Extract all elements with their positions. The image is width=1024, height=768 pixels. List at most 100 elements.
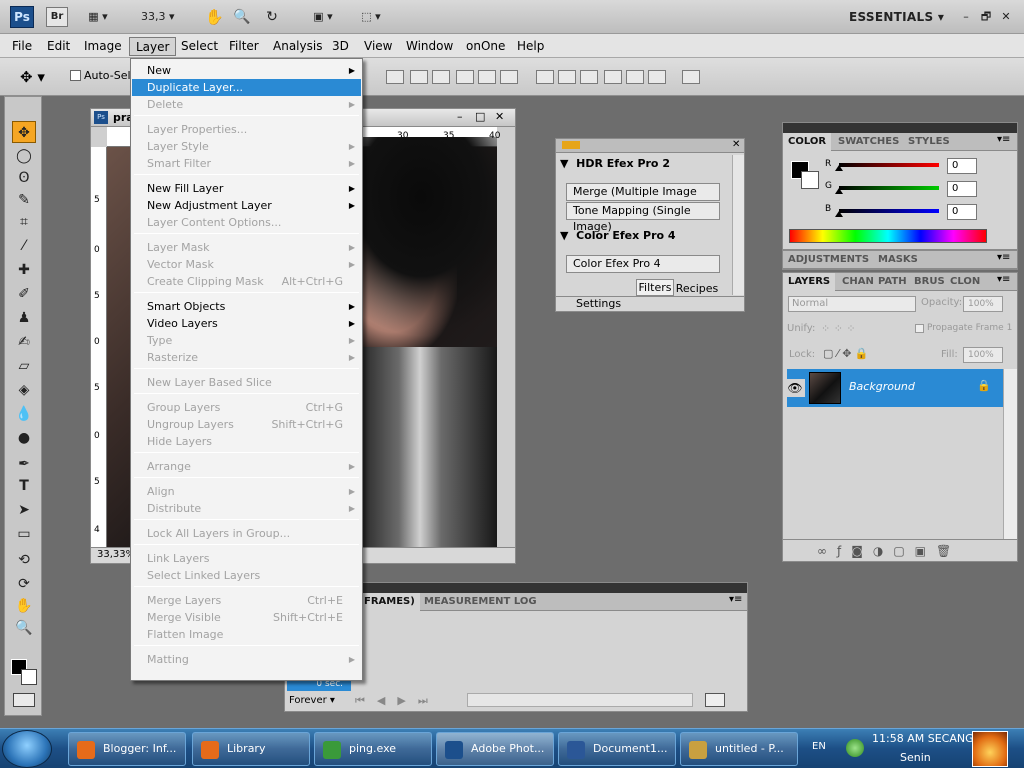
align-vcenter-icon[interactable] bbox=[410, 70, 428, 84]
taskbar-item[interactable]: Document1... bbox=[558, 732, 676, 766]
clock-time[interactable]: 11:58 AM SECANG bbox=[872, 732, 974, 745]
menu-window[interactable]: Window bbox=[400, 37, 459, 56]
color-background-swatch[interactable] bbox=[801, 171, 819, 189]
panel-menu-icon[interactable]: ▾≡ bbox=[997, 274, 1010, 285]
panel-menu-icon[interactable]: ▾≡ bbox=[729, 594, 742, 605]
menu-filter[interactable]: Filter bbox=[223, 37, 265, 56]
taskbar-item[interactable]: untitled - P... bbox=[680, 732, 798, 766]
minimize-button[interactable]: – bbox=[958, 7, 974, 27]
view-extras-icon[interactable]: ▦ ▾ bbox=[84, 7, 112, 27]
zoom-level-select[interactable]: 33,3 ▾ bbox=[140, 7, 182, 27]
plugin-close-button[interactable]: ✕ bbox=[732, 139, 740, 150]
auto-select-checkbox[interactable] bbox=[70, 70, 81, 81]
opacity-input[interactable]: 100% bbox=[963, 296, 1003, 312]
crop-tool-icon[interactable]: ⌗ bbox=[12, 211, 36, 233]
workspace-switcher[interactable]: ESSENTIALS ▾ bbox=[848, 7, 945, 27]
paint-bucket-tool-icon[interactable]: ◈ bbox=[12, 379, 36, 401]
hand-tool-icon[interactable]: ✋ bbox=[204, 7, 224, 27]
tab-filters[interactable]: Filters bbox=[636, 279, 674, 296]
document-close-button[interactable]: ✕ bbox=[495, 110, 504, 123]
convert-timeline-icon[interactable] bbox=[705, 693, 725, 707]
green-slider-knob[interactable] bbox=[835, 188, 843, 194]
color-efex-section[interactable]: ▼ Color Efex Pro 4 bbox=[560, 229, 676, 242]
quick-mask-icon[interactable] bbox=[13, 693, 35, 707]
color-efex-button[interactable]: Color Efex Pro 4 bbox=[566, 255, 720, 273]
distribute-hcenter-icon[interactable] bbox=[626, 70, 644, 84]
panel-menu-icon[interactable]: ▾≡ bbox=[997, 134, 1010, 145]
color-spectrum-ramp[interactable] bbox=[789, 229, 987, 243]
align-right-icon[interactable] bbox=[500, 70, 518, 84]
blend-mode-select[interactable]: Normal bbox=[788, 296, 916, 312]
eyedropper-tool-icon[interactable]: ⁄ bbox=[12, 235, 36, 257]
tab-brushes[interactable]: BRUS bbox=[909, 273, 950, 291]
history-brush-tool-icon[interactable]: ✍ bbox=[12, 331, 36, 353]
taskbar-item[interactable]: Blogger: Inf... bbox=[68, 732, 186, 766]
red-slider-knob[interactable] bbox=[835, 165, 843, 171]
tab-animation-frames[interactable]: FRAMES) bbox=[359, 593, 420, 611]
hdr-merge-button[interactable]: Merge (Multiple Image Series) bbox=[566, 183, 720, 214]
rotate-view-icon[interactable]: ↻ bbox=[262, 7, 282, 27]
blue-slider-knob[interactable] bbox=[835, 211, 843, 217]
healing-brush-tool-icon[interactable]: ✚ bbox=[12, 259, 36, 281]
distribute-left-icon[interactable] bbox=[604, 70, 622, 84]
document-maximize-button[interactable]: □ bbox=[475, 110, 485, 123]
arrange-documents-icon[interactable]: ▣ ▾ bbox=[306, 7, 340, 27]
quick-select-tool-icon[interactable]: ✎ bbox=[12, 189, 36, 211]
restore-button[interactable]: 🗗 bbox=[978, 7, 994, 27]
plugin-settings-button[interactable]: Settings bbox=[556, 296, 744, 311]
layers-bottom-toolbar[interactable]: ∞ƒ◙◑▢▣🗑 bbox=[783, 539, 1017, 561]
tab-clone-source[interactable]: CLON bbox=[945, 273, 985, 291]
panel-dock-header[interactable] bbox=[783, 123, 1017, 133]
distribute-top-icon[interactable] bbox=[536, 70, 554, 84]
lasso-tool-icon[interactable]: ʘ bbox=[12, 167, 36, 189]
red-slider[interactable] bbox=[835, 163, 939, 171]
playback-controls[interactable]: ⏮◀▶⏭ bbox=[355, 694, 440, 708]
path-selection-tool-icon[interactable]: ➤ bbox=[12, 499, 36, 521]
tab-adjustments[interactable]: ADJUSTMENTS bbox=[783, 251, 874, 269]
taskbar-item[interactable]: Adobe Phot... bbox=[436, 732, 554, 766]
distribute-bottom-icon[interactable] bbox=[580, 70, 598, 84]
align-bottom-icon[interactable] bbox=[432, 70, 450, 84]
menu-view[interactable]: View bbox=[358, 37, 398, 56]
background-color-swatch[interactable] bbox=[21, 669, 37, 685]
tray-icon[interactable] bbox=[846, 739, 864, 757]
menu-edit[interactable]: Edit bbox=[41, 37, 76, 56]
close-button[interactable]: ✕ bbox=[998, 7, 1014, 27]
fill-input[interactable]: 100% bbox=[963, 347, 1003, 363]
blue-value-input[interactable]: 0 bbox=[947, 204, 977, 220]
tab-color[interactable]: COLOR bbox=[783, 133, 832, 151]
hdr-tone-mapping-button[interactable]: Tone Mapping (Single Image) bbox=[566, 202, 720, 233]
zoom-tool-box-icon[interactable]: 🔍 bbox=[12, 617, 36, 639]
start-button[interactable] bbox=[2, 730, 52, 768]
menu-layer[interactable]: Layer bbox=[129, 37, 177, 56]
taskbar-item[interactable]: Library bbox=[192, 732, 310, 766]
tab-swatches[interactable]: SWATCHES bbox=[833, 133, 904, 151]
timeline-scrollbar[interactable] bbox=[467, 693, 693, 707]
red-value-input[interactable]: 0 bbox=[947, 158, 977, 174]
distribute-right-icon[interactable] bbox=[648, 70, 666, 84]
menu-help[interactable]: Help bbox=[511, 37, 550, 56]
eye-visibility-icon[interactable]: 👁 bbox=[785, 379, 805, 397]
tab-recipes[interactable]: Recipes bbox=[674, 281, 720, 296]
menu-item-new-adjustment-layer[interactable]: New Adjustment Layer ▶ bbox=[132, 197, 361, 214]
menu-item-smart-objects[interactable]: Smart Objects ▶ bbox=[132, 298, 361, 315]
menu-item-new-fill-layer[interactable]: New Fill Layer ▶ bbox=[132, 180, 361, 197]
green-slider[interactable] bbox=[835, 186, 939, 194]
menu-image[interactable]: Image bbox=[78, 37, 128, 56]
menu-file[interactable]: File bbox=[6, 37, 38, 56]
zoom-tool-icon[interactable]: 🔍 bbox=[232, 7, 252, 27]
align-left-icon[interactable] bbox=[456, 70, 474, 84]
propagate-frame-checkbox[interactable] bbox=[915, 324, 924, 333]
shape-tool-icon[interactable]: ▭ bbox=[12, 523, 36, 545]
dodge-tool-icon[interactable]: ● bbox=[12, 427, 36, 449]
plugin-scrollbar[interactable] bbox=[732, 155, 744, 295]
align-top-icon[interactable] bbox=[386, 70, 404, 84]
menu-onone[interactable]: onOne bbox=[460, 37, 511, 56]
menu-select[interactable]: Select bbox=[175, 37, 224, 56]
blue-slider[interactable] bbox=[835, 209, 939, 217]
green-value-input[interactable]: 0 bbox=[947, 181, 977, 197]
pen-tool-icon[interactable]: ✒ bbox=[12, 453, 36, 475]
tab-paths[interactable]: PATH bbox=[873, 273, 912, 291]
tab-masks[interactable]: MASKS bbox=[873, 251, 923, 269]
distribute-vcenter-icon[interactable] bbox=[558, 70, 576, 84]
